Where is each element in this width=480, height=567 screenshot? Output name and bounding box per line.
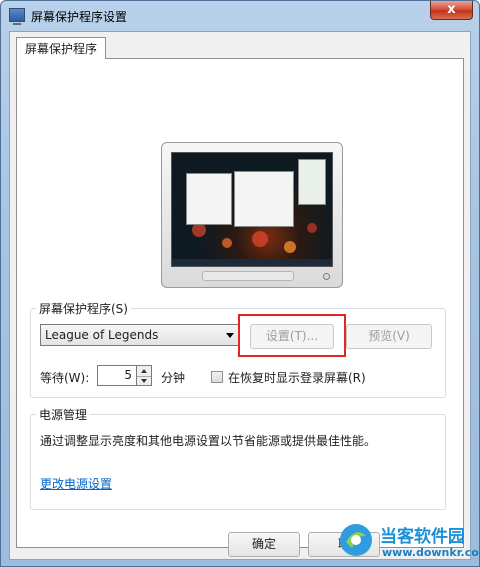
change-power-link[interactable]: 更改电源设置 xyxy=(40,475,112,492)
close-button[interactable]: x xyxy=(430,1,473,20)
power-light xyxy=(323,273,330,280)
monitor-base xyxy=(202,271,294,281)
power-group-label: 电源管理 xyxy=(36,406,91,423)
power-group xyxy=(30,414,446,510)
screensaver-group-label: 屏幕保护程序(S) xyxy=(36,300,131,317)
display-icon xyxy=(9,8,25,25)
chevron-down-icon xyxy=(226,333,234,338)
preview-screen xyxy=(171,152,333,267)
watermark-logo xyxy=(340,524,372,556)
screensaver-select[interactable]: League of Legends xyxy=(40,324,240,346)
preview-button[interactable]: 预览(V) xyxy=(346,324,432,349)
spin-down-icon[interactable] xyxy=(137,376,151,386)
monitor-preview xyxy=(161,142,343,288)
resume-label[interactable]: 在恢复时显示登录屏幕(R) xyxy=(228,369,366,386)
power-description: 通过调整显示亮度和其他电源设置以节省能源或提供最佳性能。 xyxy=(40,434,377,448)
ok-button[interactable]: 确定 xyxy=(228,532,300,557)
resume-checkbox[interactable] xyxy=(211,371,223,383)
window-title: 屏幕保护程序设置 xyxy=(31,10,128,24)
select-value: League of Legends xyxy=(45,328,159,342)
watermark-title: 当客软件园 xyxy=(380,527,465,547)
watermark-url: www.downkr.com xyxy=(382,546,480,559)
highlight-box xyxy=(238,314,346,357)
title-bar[interactable]: 屏幕保护程序设置 x xyxy=(1,1,479,31)
wait-label: 等待(W): xyxy=(40,371,90,385)
wait-input[interactable]: 5 xyxy=(97,365,137,386)
wait-unit: 分钟 xyxy=(161,371,186,385)
tab-screensaver[interactable]: 屏幕保护程序 xyxy=(16,37,107,59)
wait-spinner[interactable] xyxy=(137,365,152,386)
